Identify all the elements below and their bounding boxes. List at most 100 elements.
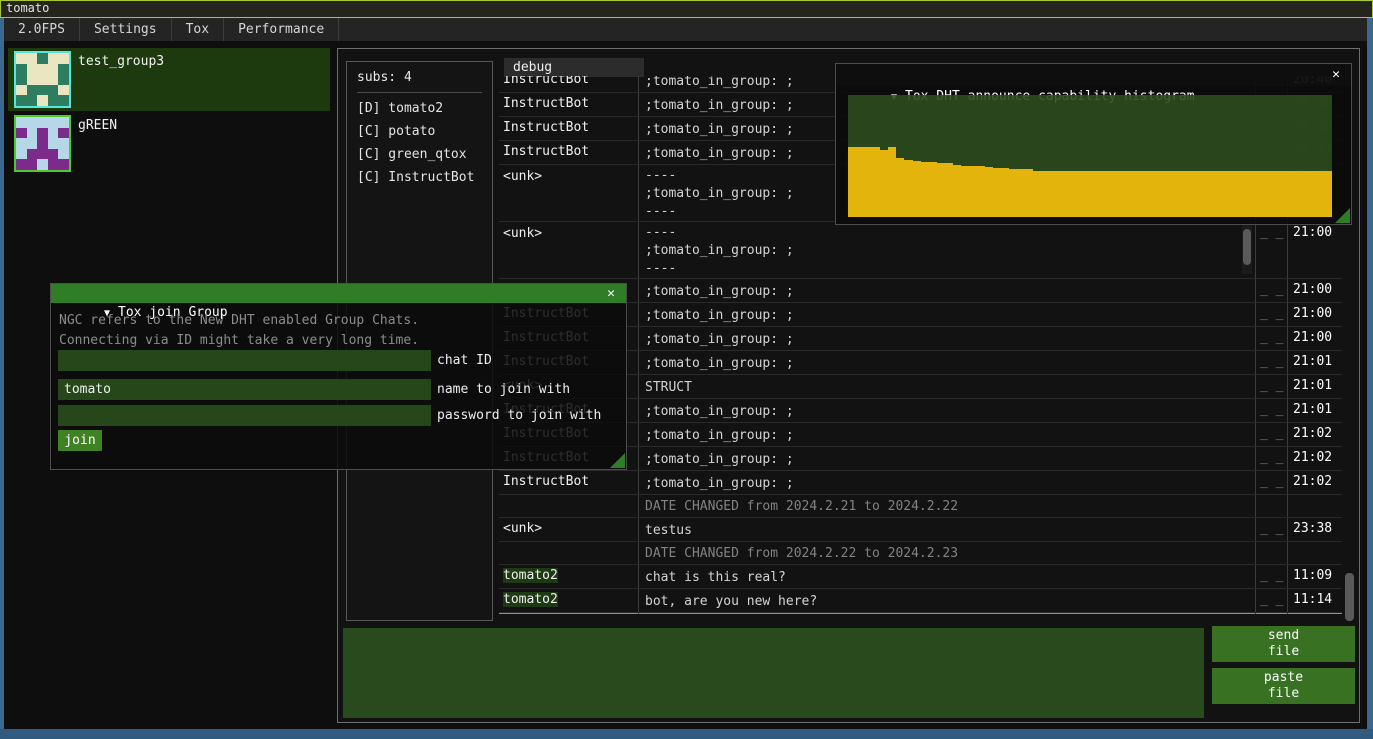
message-text-cell: chat is this real? [638,565,1255,588]
histogram-bar [1195,171,1203,217]
subs-header: subs: 4 [357,68,492,88]
timestamp-cell [1287,495,1338,517]
member-item-InstructBot[interactable]: [C] InstructBot [357,166,492,189]
histogram-bar [1066,171,1074,217]
message-row: DATE CHANGED from 2024.2.22 to 2024.2.23 [499,542,1342,565]
timestamp-cell: 21:00 [1287,303,1338,326]
group-avatar [14,51,71,108]
timestamp-cell: 21:00 [1287,222,1338,278]
histogram-bar [1017,169,1025,217]
chat-scrollbar-thumb[interactable] [1345,573,1354,621]
histogram-bar [1211,171,1219,217]
histogram-plot [848,95,1332,217]
message-text-cell: ;tomato_in_group: ; [638,303,1255,326]
timestamp-cell: 21:02 [1287,423,1338,446]
join-name-input[interactable] [58,379,431,400]
delivery-flags-cell: _ _ [1255,447,1287,470]
join-button[interactable]: join [58,430,102,451]
histogram-bar [929,162,937,217]
histogram-bar [880,150,888,217]
histogram-bar [1308,171,1316,217]
histogram-bar [1082,171,1090,217]
histogram-bar [1179,171,1187,217]
delivery-flags-cell: _ _ [1255,518,1287,541]
os-border-bottom [0,729,1373,739]
delivery-flags-cell: _ _ [1255,423,1287,446]
send-file-button[interactable]: send file [1212,626,1355,662]
composer-input[interactable] [343,628,1204,718]
histogram-bar [1001,168,1009,217]
sender-name-cell [499,495,638,517]
message-text-cell: STRUCT [638,375,1255,398]
histogram-bar [993,168,1001,217]
menu-item-settings[interactable]: Settings [80,18,172,41]
histogram-bar [1291,171,1299,217]
histogram-bar [1033,171,1041,217]
close-icon[interactable]: ✕ [602,284,620,303]
join-group-titlebar[interactable]: ▼Tox join Group ✕ [51,284,626,303]
join-name-label: name to join with [437,382,570,397]
delivery-flags-cell: _ _ [1255,399,1287,422]
message-row: <unk>testus_ _23:38 [499,518,1342,542]
delivery-flags-cell: _ _ [1255,327,1287,350]
member-item-potato[interactable]: [C] potato [357,120,492,143]
close-icon[interactable]: ✕ [1327,64,1345,86]
histogram-bar [1203,171,1211,217]
histogram-bar [1154,171,1162,217]
histogram-bar [1300,171,1308,217]
message-text-cell: ;tomato_in_group: ; [638,399,1255,422]
histogram-bar [1098,171,1106,217]
join-password-input[interactable] [58,405,431,426]
menu-item-tox[interactable]: Tox [172,18,224,41]
member-item-tomato2[interactable]: [D] tomato2 [357,97,492,120]
sender-name-cell: InstructBot [499,117,638,140]
message-text-cell: ;tomato_in_group: ; [638,327,1255,350]
os-border-left [0,18,4,729]
os-titlebar[interactable]: tomato [0,0,1373,18]
timestamp-cell: 11:15 [1287,613,1338,614]
histogram-bar [888,147,896,217]
histogram-bar [1267,171,1275,217]
sender-name-cell: InstructBot [499,76,638,92]
histogram-bar [1122,171,1130,217]
chat-id-input[interactable] [58,350,431,371]
group-item-gREEN[interactable]: gREEN [8,112,330,175]
histogram-bar [1130,171,1138,217]
histogram-bar [1050,171,1058,217]
delivery-flags-cell: _ _ [1255,471,1287,494]
histogram-bar [1235,171,1243,217]
dht-histogram-titlebar[interactable]: ▼Tox DHT announce capability histogram ✕ [836,64,1351,86]
menu-item-performance[interactable]: Performance [224,18,339,41]
message-text-cell: ;tomato_in_group: ; [638,351,1255,374]
sender-name-cell: <unk> [499,222,638,278]
message-row: InstructBot;tomato_in_group: ;_ _21:02 [499,471,1342,495]
histogram-bar [1114,171,1122,217]
group-item-test_group3[interactable]: test_group3 [8,48,330,111]
tab-debug[interactable]: debug [504,58,644,77]
dht-histogram-window: ▼Tox DHT announce capability histogram ✕ [835,63,1352,225]
timestamp-cell [1287,542,1338,564]
sender-name-cell: <unk> [499,165,638,221]
inner-scrollbar-thumb[interactable] [1243,229,1251,265]
histogram-bar [872,147,880,217]
delivery-flags-cell: d _ [1255,613,1287,614]
sender-name-cell: InstructBot [499,471,638,494]
timestamp-cell: 21:01 [1287,399,1338,422]
message-text-cell: ;tomato_in_group: ; [638,447,1255,470]
histogram-bar [913,161,921,217]
histogram-bar [864,147,872,217]
resize-grip[interactable] [610,453,625,468]
histogram-bar [856,147,864,217]
histogram-bar [961,166,969,217]
group-avatar [14,115,71,172]
histogram-bar [1227,171,1235,217]
message-text-cell: testus [638,518,1255,541]
paste-file-button[interactable]: paste file [1212,668,1355,704]
delivery-flags-cell: _ _ [1255,303,1287,326]
member-item-green_qtox[interactable]: [C] green_qtox [357,143,492,166]
histogram-bar [1106,171,1114,217]
sender-name-cell: InstructBot [499,141,638,164]
group-name: test_group3 [78,54,164,69]
resize-grip[interactable] [1335,208,1350,223]
delivery-flags-cell: _ _ [1255,565,1287,588]
